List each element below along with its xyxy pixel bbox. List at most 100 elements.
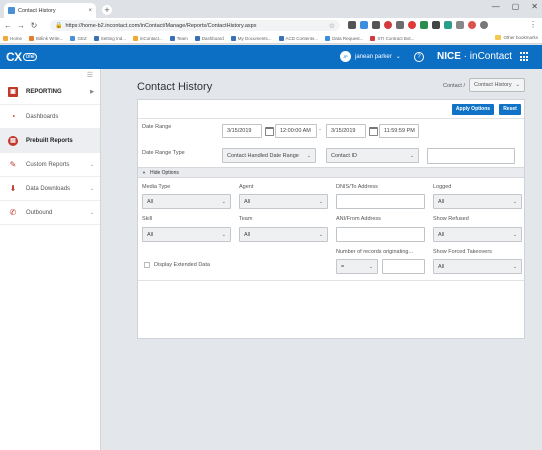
bookmark-icon [278,35,284,41]
cxone-logo[interactable]: CX one [6,49,38,64]
extensions [348,21,488,29]
sidebar-item-dashboards[interactable]: ◔ Dashboards [0,105,100,129]
sidebar-item-outbound[interactable]: ✆ Outbound ⌄ [0,201,100,225]
extension-icon[interactable] [384,21,392,29]
extension-icon[interactable] [444,21,452,29]
close-window-icon[interactable]: ✕ [531,2,538,11]
bookmark-star-icon[interactable]: ☆ [329,22,335,30]
bookmark-item[interactable]: inContact... [132,35,163,41]
sidebar-item-data-downloads[interactable]: ⬇ Data Downloads ⌄ [0,177,100,201]
bookmark-item[interactable]: GEZ [70,35,87,41]
show-refused-select[interactable]: All ⌄ [433,227,522,242]
start-time-input[interactable]: 12:00:00 AM [275,124,317,138]
chevron-down-icon: ⌄ [395,54,401,60]
extension-icon[interactable] [372,21,380,29]
extension-icon[interactable] [348,21,356,29]
browser-menu-icon[interactable]: ⋮ [529,20,537,29]
id-type-select[interactable]: Contact ID ⌄ [326,148,419,163]
back-icon[interactable]: ← [4,21,12,30]
bookmark-item[interactable]: Team [169,35,188,41]
bookmark-item[interactable]: STI Contract Bot... [370,35,414,41]
extension-icon[interactable] [468,21,476,29]
reload-icon[interactable]: ↻ [30,21,38,30]
url-bar[interactable]: 🔒 https://home-b2.incontact.com/inContac… [50,20,340,31]
custom-report-icon: ✎ [9,160,17,169]
help-icon[interactable]: ? [414,52,424,62]
show-forced-select[interactable]: All ⌄ [433,259,522,274]
contact-id-input[interactable] [427,148,515,164]
calendar-icon[interactable] [369,127,378,136]
display-extended-checkbox[interactable] [144,262,150,268]
bookmark-item[interactable]: My Documents... [230,35,272,41]
extension-icon[interactable] [408,21,416,29]
user-menu[interactable]: JP janean parker ⌄ [340,51,401,62]
reset-button[interactable]: Reset [499,104,521,115]
collapse-menu-icon[interactable]: ☰ [87,71,93,79]
sidebar-item-custom-reports[interactable]: ✎ Custom Reports ⌄ [0,153,100,177]
sidebar-item-reporting[interactable]: ▣ REPORTING ▶ [0,79,100,105]
bookmark-icon [370,35,376,41]
chevron-down-icon: ⌄ [306,152,311,159]
extension-icon[interactable] [432,21,440,29]
start-date-input[interactable]: 3/15/2019 [222,124,262,138]
team-label: Team [239,216,253,222]
logged-select[interactable]: All ⌄ [433,194,522,209]
skill-label: Skill [142,216,153,222]
dashboard-icon: ◔ [10,112,16,121]
agent-select[interactable]: All ⌄ [239,194,328,209]
skill-select[interactable]: All ⌄ [142,227,231,242]
page-title: Contact History [137,81,213,93]
apply-options-button[interactable]: Apply Options [452,104,494,115]
bookmark-item[interactable]: Dashboard [194,35,224,41]
profile-icon[interactable] [480,21,488,29]
chevron-down-icon: ⌄ [512,263,517,270]
chevron-down-icon: ⌄ [221,198,226,205]
tab-close-icon[interactable]: × [88,8,92,14]
date-range-type-select[interactable]: Contact Handled Date Range ⌄ [222,148,316,163]
num-records-input[interactable] [382,259,425,274]
end-time-input[interactable]: 11:59:59 PM [379,124,419,138]
ani-input[interactable] [336,227,425,242]
bookmark-item[interactable]: ACD Contents... [278,35,318,41]
num-records-operator-select[interactable]: = ⌄ [336,259,378,274]
user-name: janean parker [355,53,392,60]
reporting-icon: ▣ [8,86,18,97]
forward-icon[interactable]: → [17,21,25,30]
app-launcher-icon[interactable] [520,52,530,62]
lock-icon: 🔒 [55,23,63,29]
tab-title: Contact History [18,7,56,14]
dnis-input[interactable] [336,194,425,209]
chevron-right-icon: ▶ [90,88,94,95]
minimize-icon[interactable]: — [492,2,500,11]
extension-icon[interactable] [456,21,464,29]
avatar: JP [340,51,351,62]
team-select[interactable]: All ⌄ [239,227,328,242]
range-separator: - [319,127,321,133]
bookmark-item[interactable]: Bitlink Write... [29,35,63,41]
report-selector[interactable]: Contact History ⌄ [469,78,525,92]
bookmark-item[interactable]: Home [3,35,22,41]
address-bar-row: ← → ↻ 🔒 https://home-b2.incontact.com/in… [0,18,542,33]
end-date-input[interactable]: 3/15/2019 [326,124,366,138]
media-type-select[interactable]: All ⌄ [142,194,231,209]
new-tab-button[interactable]: + [102,5,112,15]
chevron-down-icon: ⌄ [221,231,226,238]
hide-options-toggle[interactable]: ▼ Hide Options [138,167,524,178]
bookmark-item[interactable]: Setting Ind... [93,35,126,41]
bookmark-item[interactable]: Data Request... [325,35,363,41]
calendar-icon[interactable] [265,127,274,136]
browser-tab-strip: Contact History × + — ▢ ✕ [0,0,542,18]
extension-icon[interactable] [396,21,404,29]
bookmark-icon [169,35,175,41]
bookmark-icon [70,35,76,41]
extension-icon[interactable] [360,21,368,29]
sidebar: ☰ ▣ REPORTING ▶ ◔ Dashboards ▤ Prebuilt … [0,69,101,450]
bookmarks-bar: Home Bitlink Write... GEZ Setting Ind...… [0,33,542,44]
extension-icon[interactable] [420,21,428,29]
maximize-icon[interactable]: ▢ [512,2,520,11]
breadcrumb[interactable]: Contact / [443,83,465,89]
report-options-panel: Apply Options Reset Date Range 3/15/2019… [137,99,525,339]
other-bookmarks[interactable]: Other bookmarks [495,35,538,40]
browser-tab[interactable]: Contact History × [4,3,96,18]
sidebar-item-prebuilt-reports[interactable]: ▤ Prebuilt Reports [0,129,100,153]
